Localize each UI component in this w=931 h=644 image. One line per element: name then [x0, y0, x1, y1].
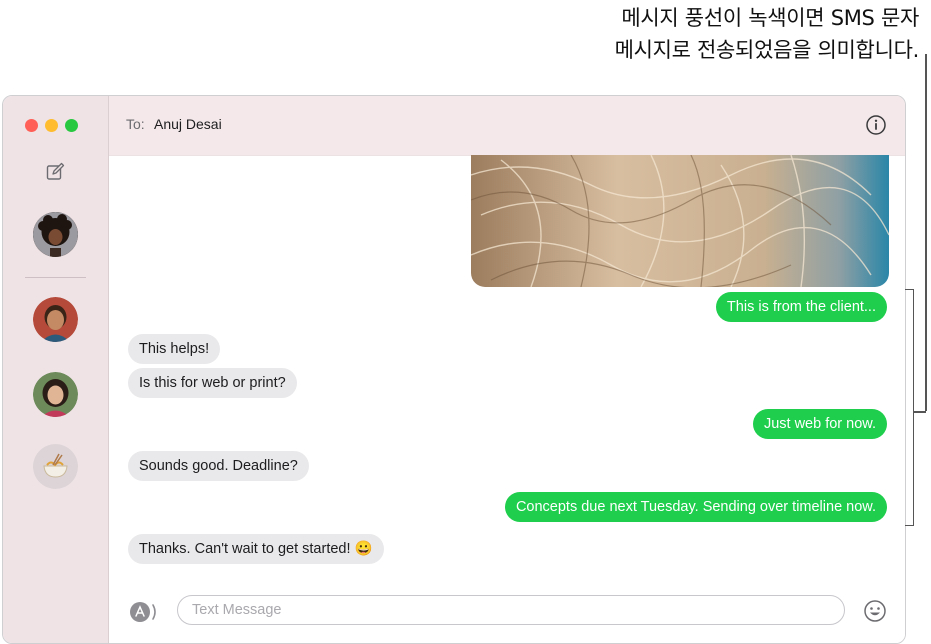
sidebar-divider [25, 277, 86, 278]
info-icon[interactable] [865, 114, 887, 136]
noodle-bowl-icon [33, 444, 78, 489]
text-message-input[interactable] [177, 595, 845, 625]
callout-annotation: 메시지 풍선이 녹색이면 SMS 문자 메시지로 전송되었음을 의미합니다. [614, 2, 920, 66]
conversation-avatar-4[interactable] [33, 444, 78, 489]
messages-window: To: Anuj Desai This is from the client..… [2, 95, 906, 644]
app-store-icon[interactable] [128, 600, 160, 624]
emoji-icon[interactable] [863, 599, 887, 623]
sidebar [3, 96, 109, 643]
conversation-avatar-2[interactable] [33, 297, 78, 342]
message-bubble-sent[interactable]: Concepts due next Tuesday. Sending over … [504, 492, 887, 522]
zoom-window-button[interactable] [65, 119, 78, 132]
conversation-avatar-1[interactable] [33, 212, 78, 257]
message-bubble-received[interactable]: Sounds good. Deadline? [128, 451, 309, 481]
hair-photo-image [471, 155, 889, 287]
message-bubble-received[interactable]: Is this for web or print? [128, 368, 297, 398]
shared-photo-attachment[interactable] [471, 155, 889, 287]
conversation-pane: To: Anuj Desai This is from the client..… [109, 96, 905, 643]
message-bubble-sent[interactable]: This is from the client... [715, 292, 887, 322]
message-bubble-sent[interactable]: Just web for now. [752, 409, 887, 439]
callout-leader-line [925, 54, 927, 411]
minimize-window-button[interactable] [45, 119, 58, 132]
sms-bubbles-bracket [905, 289, 914, 526]
avatar-image [33, 297, 78, 342]
callout-line-2: 메시지로 전송되었음을 의미합니다. [614, 38, 920, 62]
message-bubble-received[interactable]: This helps! [128, 334, 221, 364]
to-label: To: [126, 116, 145, 132]
conversation-header: To: Anuj Desai [109, 96, 905, 156]
message-bubble-received[interactable]: Thanks. Can't wait to get started! 😀 [128, 534, 384, 564]
callout-line-1: 메시지 풍선이 녹색이면 SMS 문자 [621, 6, 919, 30]
message-composer [109, 581, 905, 643]
close-window-button[interactable] [25, 119, 38, 132]
callout-leader-tick [913, 411, 926, 413]
avatar-image [33, 372, 78, 417]
compose-icon[interactable] [45, 162, 65, 182]
avatar-image [33, 212, 78, 257]
conversation-avatar-3[interactable] [33, 372, 78, 417]
recipient-name[interactable]: Anuj Desai [154, 116, 222, 132]
